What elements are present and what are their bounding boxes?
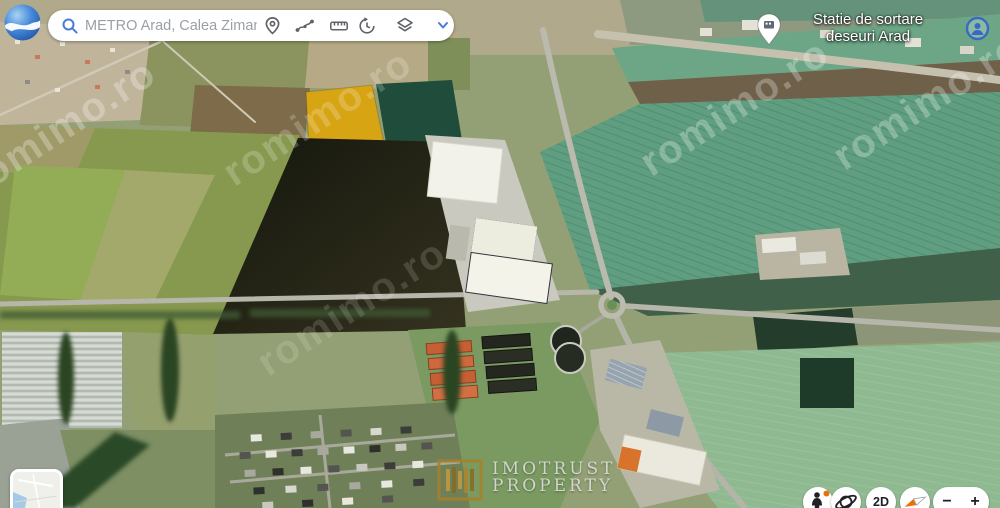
place-label: Statie de sortare deseuri Arad — [812, 11, 924, 45]
zoom-out-button[interactable]: − — [942, 494, 951, 508]
minimap-content — [13, 472, 60, 508]
zoom-in-button[interactable]: + — [970, 494, 979, 508]
google-earth-logo[interactable] — [3, 3, 42, 42]
2d-view-label: 2D — [873, 495, 889, 508]
pegman-icon — [812, 490, 830, 508]
map-canvas[interactable] — [0, 0, 1000, 508]
historical-imagery-icon[interactable] — [357, 16, 377, 36]
location-pin-icon[interactable] — [263, 16, 282, 35]
zoom-control: − + — [933, 487, 989, 508]
ruler-icon[interactable] — [329, 16, 349, 35]
overview-minimap[interactable] — [10, 469, 63, 508]
orbit-button[interactable] — [831, 487, 861, 508]
place-pin-icon[interactable] — [756, 13, 782, 47]
compass-icon — [904, 496, 927, 507]
chevron-down-icon[interactable] — [434, 18, 452, 34]
compass-button[interactable] — [900, 487, 930, 508]
pegman-button[interactable] — [803, 487, 833, 508]
watermark-logo — [965, 16, 990, 41]
orbit-icon — [835, 494, 857, 508]
search-icon[interactable] — [61, 17, 79, 35]
layers-icon[interactable] — [395, 16, 415, 35]
search-bar[interactable]: METRO Arad, Calea Zimandului, Arad — [48, 10, 454, 41]
terrain-residential — [215, 402, 470, 508]
search-input[interactable]: METRO Arad, Calea Zimandului, Arad — [85, 18, 257, 34]
google-earth-view: romimo.ro romimo.ro romimo.ro romimo.ro … — [0, 0, 1000, 508]
route-icon[interactable] — [294, 16, 316, 35]
